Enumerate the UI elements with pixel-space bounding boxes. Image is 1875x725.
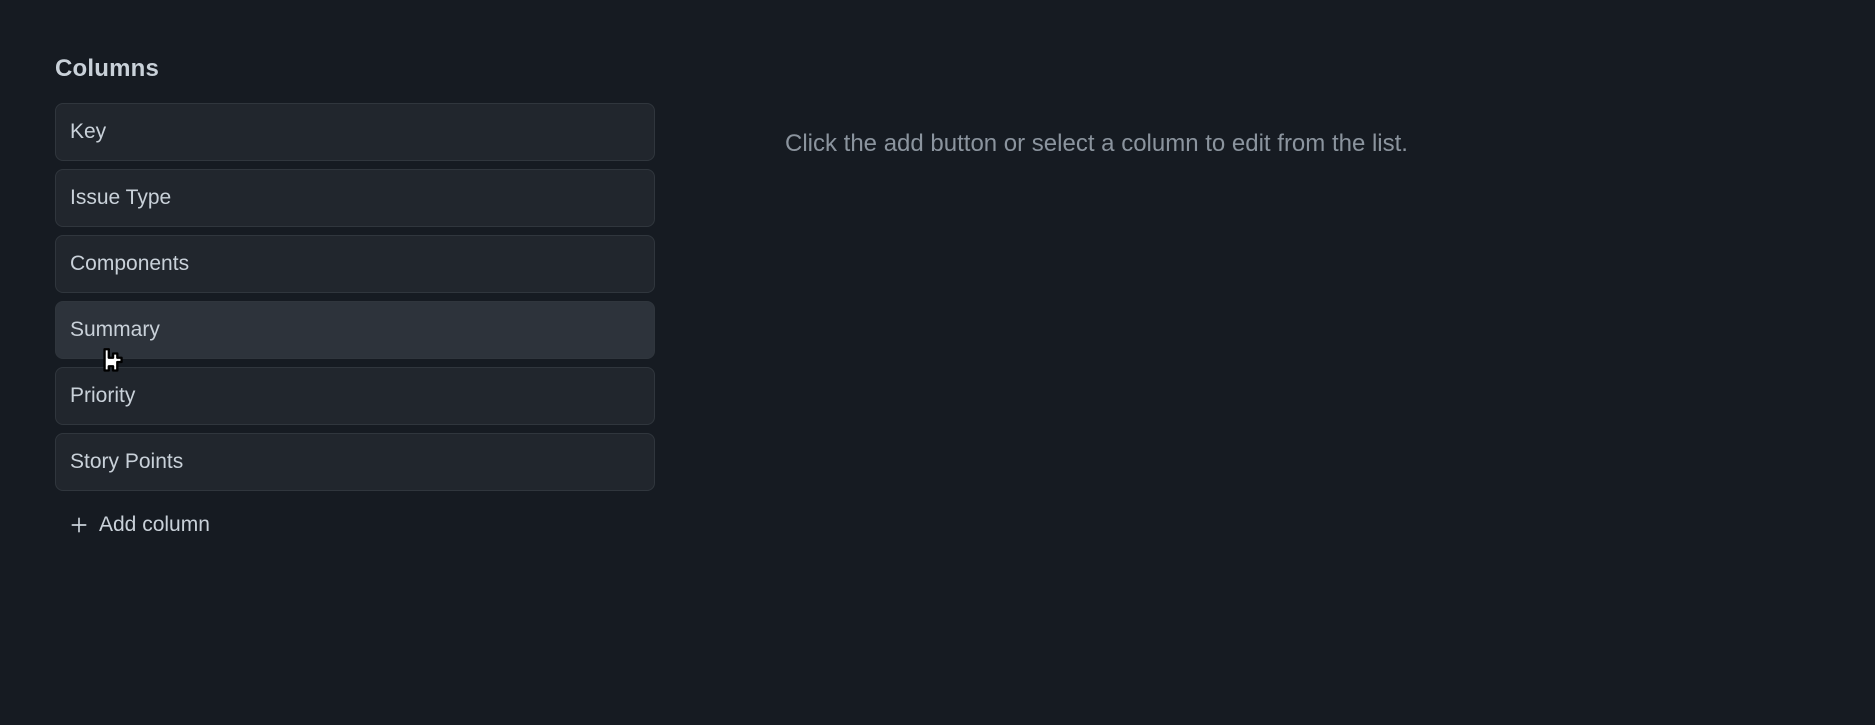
- column-item-story-points[interactable]: Story Points: [55, 433, 655, 491]
- columns-heading: Columns: [55, 55, 655, 83]
- column-item-key[interactable]: Key: [55, 103, 655, 161]
- column-item-label: Key: [70, 120, 106, 143]
- column-item-summary[interactable]: Summary: [55, 301, 655, 359]
- column-item-label: Components: [70, 252, 189, 275]
- plus-icon: [69, 515, 89, 535]
- column-item-label: Story Points: [70, 450, 183, 473]
- add-column-button[interactable]: Add column: [55, 499, 224, 551]
- column-item-label: Summary: [70, 318, 160, 341]
- column-item-issue-type[interactable]: Issue Type: [55, 169, 655, 227]
- add-column-label: Add column: [99, 513, 210, 537]
- detail-panel: Click the add button or select a column …: [785, 55, 1820, 551]
- column-item-components[interactable]: Components: [55, 235, 655, 293]
- detail-hint: Click the add button or select a column …: [785, 130, 1820, 158]
- column-item-priority[interactable]: Priority: [55, 367, 655, 425]
- column-item-label: Issue Type: [70, 186, 171, 209]
- column-list: Key Issue Type Components Summary Priori…: [55, 103, 655, 491]
- column-item-label: Priority: [70, 384, 135, 407]
- columns-panel: Columns Key Issue Type Components Summar…: [55, 55, 655, 551]
